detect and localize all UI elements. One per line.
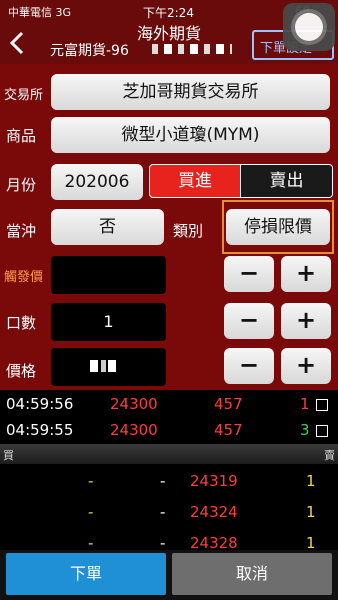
order-form: 交易所 芝加哥期貨交易所 商品 微型小道瓊(MYM) 月份 202006 買進 …	[0, 64, 338, 390]
exchange-label: 交易所	[4, 88, 44, 103]
book-buy-label: 買	[3, 449, 14, 462]
product-label: 商品	[6, 127, 37, 145]
month-select[interactable]: 202006	[51, 164, 143, 200]
ask-qty: 1	[306, 534, 316, 550]
tick-checkbox[interactable]	[316, 399, 328, 411]
sell-toggle[interactable]: 賣出	[241, 164, 333, 198]
book-row[interactable]: - - 24328 1	[0, 534, 338, 550]
daytrade-select[interactable]: 否	[51, 209, 164, 245]
tick-checkbox[interactable]	[316, 425, 328, 437]
tick-volume: 457	[214, 395, 243, 413]
bid-price: -	[160, 472, 166, 490]
book-row[interactable]: - - 24319 1	[0, 472, 338, 494]
app-header: 中華電信 3G 下午2:24 68 海外期貨 元富期貨-96 下單設定	[0, 0, 338, 64]
product-select[interactable]: 微型小道瓊(MYM)	[51, 117, 330, 153]
order-book: - - 24319 1 - - 24324 1 - - 24328 1	[0, 464, 338, 550]
tick-price: 24300	[110, 421, 158, 439]
trigger-minus-button[interactable]: −	[224, 256, 274, 292]
assistive-touch-icon[interactable]	[283, 3, 335, 51]
action-bar: 下單 取消	[0, 550, 338, 600]
quantity-plus-button[interactable]: +	[281, 303, 331, 339]
book-sell-label: 賣	[324, 449, 335, 462]
bid-qty: -	[88, 503, 94, 521]
tick-volume: 457	[214, 421, 243, 439]
price-minus-button[interactable]: −	[224, 348, 274, 384]
month-label: 月份	[6, 176, 37, 194]
tick-row: 04:59:55 24300 457 3	[0, 418, 338, 442]
tick-row: 04:59:56 24300 457 1	[0, 392, 338, 416]
category-select[interactable]: 停損限價	[226, 209, 330, 245]
price-label: 價格	[6, 362, 37, 380]
tick-time: 04:59:56	[6, 395, 74, 413]
bid-qty: -	[88, 534, 94, 550]
daytrade-label: 當沖	[6, 222, 37, 240]
ask-qty: 1	[306, 503, 316, 521]
account-redaction	[152, 44, 232, 54]
tick-qty: 3	[300, 421, 310, 439]
ask-price: 24328	[190, 534, 238, 550]
trigger-plus-button[interactable]: +	[281, 256, 331, 292]
bid-price: -	[160, 534, 166, 550]
ask-price: 24324	[190, 503, 238, 521]
status-time: 下午2:24	[143, 6, 194, 20]
order-book-header: 買 賣	[0, 444, 338, 464]
bid-price: -	[160, 503, 166, 521]
ask-price: 24319	[190, 472, 238, 490]
trigger-price-label: 觸發價	[4, 270, 44, 285]
bid-qty: -	[88, 472, 94, 490]
cancel-button[interactable]: 取消	[172, 553, 332, 595]
book-row[interactable]: - - 24324 1	[0, 503, 338, 525]
tick-qty: 1	[300, 395, 310, 413]
quantity-label: 口數	[6, 314, 37, 332]
status-carrier: 中華電信 3G	[8, 6, 72, 19]
tick-time: 04:59:55	[6, 421, 74, 439]
submit-order-button[interactable]: 下單	[6, 553, 166, 595]
account-name: 元富期貨-96	[50, 43, 129, 59]
exchange-select[interactable]: 芝加哥期貨交易所	[51, 74, 330, 110]
price-redaction	[90, 360, 118, 372]
buy-toggle[interactable]: 買進	[149, 164, 241, 198]
quantity-input[interactable]: 1	[51, 303, 166, 341]
quantity-minus-button[interactable]: −	[224, 303, 274, 339]
back-chevron-icon[interactable]	[6, 30, 28, 56]
trigger-price-input[interactable]	[51, 256, 166, 294]
category-label: 類別	[173, 222, 204, 240]
price-plus-button[interactable]: +	[281, 348, 331, 384]
tick-price: 24300	[110, 395, 158, 413]
tick-list: 04:59:56 24300 457 1 04:59:55 24300 457 …	[0, 390, 338, 444]
ask-qty: 1	[306, 472, 316, 490]
